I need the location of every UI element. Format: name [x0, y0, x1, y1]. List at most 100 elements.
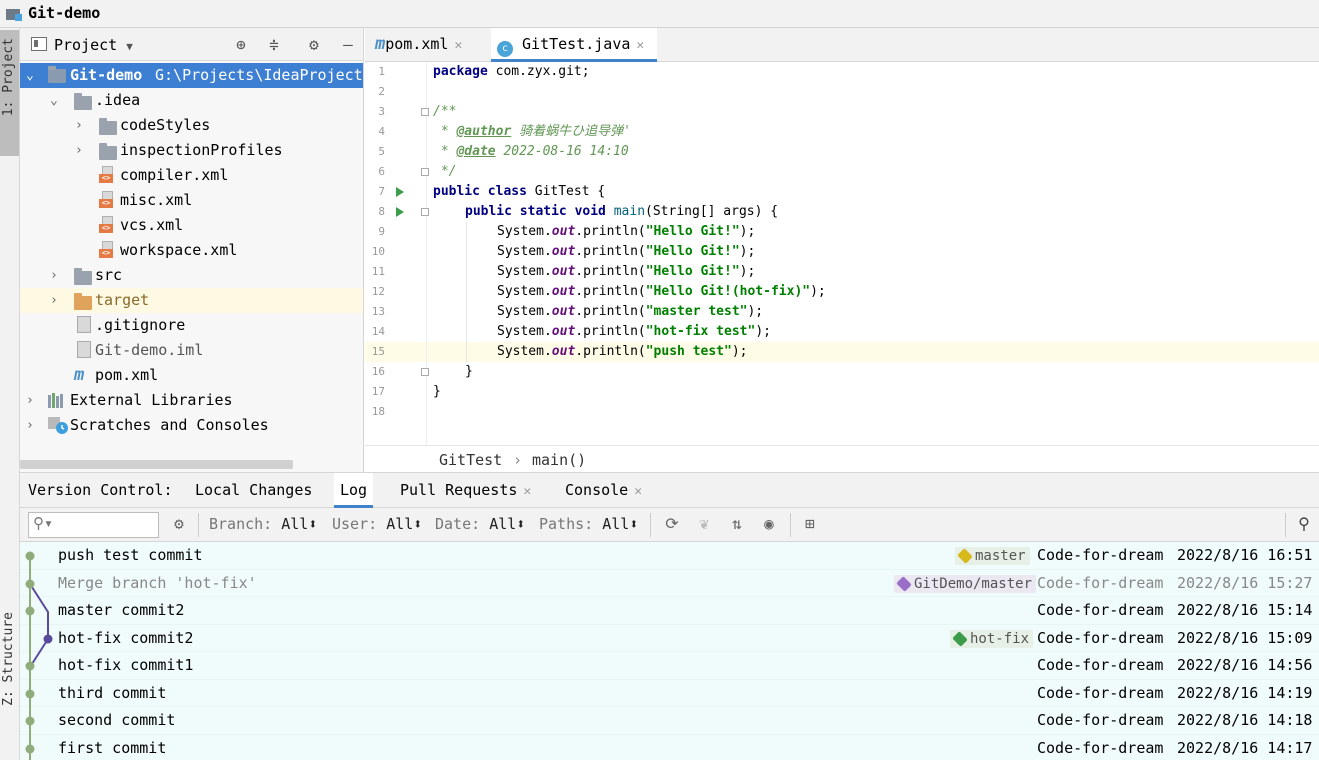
code-token: com.zyx.git;: [487, 64, 590, 79]
close-icon[interactable]: ✕: [523, 484, 531, 499]
gear-icon[interactable]: ⚙: [304, 35, 324, 55]
xml-file-icon: <>: [99, 241, 115, 259]
tree-item-gitignore[interactable]: .gitignore: [20, 313, 363, 338]
tab-local-changes[interactable]: Local Changes: [189, 473, 318, 508]
commit-row[interactable]: hot-fix commit1 Code-for-dream 2022/8/16…: [20, 652, 1319, 680]
user-filter[interactable]: User: All⬍: [332, 515, 422, 533]
chevron-right-icon[interactable]: ›: [75, 113, 87, 138]
date-filter[interactable]: Date: All⬍: [435, 515, 525, 533]
tree-item-label: misc.xml: [120, 191, 193, 209]
commit-node[interactable]: [25, 551, 35, 561]
hide-icon[interactable]: —: [338, 35, 358, 55]
commit-node[interactable]: [25, 744, 35, 754]
code-line: System.out.println("hot-fix test");: [497, 324, 771, 339]
locate-icon[interactable]: ⊕: [231, 35, 251, 55]
graph-branch-line: [29, 583, 49, 668]
tab-pom-xml[interactable]: mpom.xml ✕: [369, 28, 468, 62]
structure-tool-tab[interactable]: Z: Structure: [0, 608, 19, 732]
refresh-icon[interactable]: ⟳: [662, 514, 682, 534]
chevron-right-icon[interactable]: ›: [50, 263, 62, 288]
collapse-all-icon[interactable]: ≑: [264, 35, 284, 55]
commit-node[interactable]: [25, 689, 35, 699]
tree-item-compiler-xml[interactable]: <> compiler.xml: [20, 163, 363, 188]
commit-row[interactable]: master commit2 Code-for-dream 2022/8/16 …: [20, 597, 1319, 625]
horizontal-scrollbar[interactable]: [20, 460, 293, 469]
commit-date: 2022/8/16 15:14: [1177, 601, 1313, 619]
code-area[interactable]: package com.zyx.git; /** * @author 骑着蜗牛ひ…: [365, 62, 1319, 445]
tab-console[interactable]: Console ✕: [559, 473, 648, 508]
commit-message: hot-fix commit1: [58, 656, 194, 674]
search-icon[interactable]: ⚲: [1294, 514, 1314, 534]
tree-item-vcs-xml[interactable]: <> vcs.xml: [20, 213, 363, 238]
tree-item-codestyles[interactable]: › codeStyles: [20, 113, 363, 138]
chevron-right-icon[interactable]: ›: [26, 388, 38, 413]
java-class-icon: c: [497, 41, 513, 57]
commit-node[interactable]: [25, 606, 35, 616]
commit-author: Code-for-dream: [1037, 601, 1164, 619]
commit-row[interactable]: third commit Code-for-dream 2022/8/16 14…: [20, 680, 1319, 707]
commit-node[interactable]: [43, 634, 53, 644]
commit-date: 2022/8/16 16:51: [1177, 546, 1313, 564]
tree-item-label: workspace.xml: [120, 241, 238, 259]
cherry-pick-icon[interactable]: ❦: [694, 514, 714, 534]
commit-row[interactable]: hot-fix commit2 hot-fix Code-for-dream 2…: [20, 625, 1319, 652]
tab-pull-requests[interactable]: Pull Requests ✕: [394, 473, 537, 508]
new-tab-icon[interactable]: ⊞: [800, 514, 820, 534]
commit-row[interactable]: second commit Code-for-dream 2022/8/16 1…: [20, 707, 1319, 735]
chevron-down-icon[interactable]: ⌄: [26, 63, 38, 88]
branch-filter[interactable]: Branch: All⬍: [209, 515, 317, 533]
chevron-down-icon[interactable]: ⌄: [50, 88, 62, 113]
tree-item-workspace-xml[interactable]: <> workspace.xml: [20, 238, 363, 263]
project-tool-tab[interactable]: 1: Project: [0, 30, 19, 156]
sort-icon[interactable]: ⇅: [727, 514, 747, 534]
chevron-right-icon[interactable]: ›: [75, 138, 87, 163]
gear-icon[interactable]: ⚙: [169, 514, 189, 534]
toolbar-divider: [1285, 513, 1286, 537]
chevron-down-icon: ▼: [126, 40, 133, 53]
tree-item-target[interactable]: › target: [20, 288, 363, 313]
close-icon[interactable]: ✕: [636, 38, 644, 53]
project-view-selector[interactable]: Project ▼: [54, 36, 133, 54]
log-search-input[interactable]: ⚲▾: [28, 512, 159, 538]
close-icon[interactable]: ✕: [634, 484, 642, 499]
commit-row[interactable]: first commit Code-for-dream 2022/8/16 14…: [20, 735, 1319, 760]
commit-date: 2022/8/16 14:18: [1177, 711, 1313, 729]
chevron-right-icon[interactable]: ›: [26, 413, 38, 438]
breadcrumb-separator: ›: [513, 451, 523, 469]
code-line: /**: [433, 104, 457, 119]
project-panel: Project ▼ ⊕ ≑ ⚙ — ⌄ Git-demo G:\Projects…: [20, 28, 364, 472]
xml-file-icon: <>: [99, 191, 115, 209]
breadcrumb-item-class[interactable]: GitTest: [439, 451, 502, 469]
folder-icon: [74, 93, 92, 110]
tree-item-idea[interactable]: ⌄ .idea: [20, 88, 363, 113]
eye-icon[interactable]: ◉: [759, 514, 779, 534]
commit-date: 2022/8/16 14:19: [1177, 683, 1313, 702]
code-line: System.out.println("Hello Git!");: [497, 244, 756, 259]
window-title: Git-demo: [28, 4, 101, 22]
tree-item-src[interactable]: › src: [20, 263, 363, 288]
tree-item-pom-xml[interactable]: m pom.xml: [20, 363, 363, 388]
tab-log[interactable]: Log: [334, 473, 374, 508]
commit-node[interactable]: [25, 579, 35, 589]
tree-item-external-libraries[interactable]: › External Libraries: [20, 388, 363, 413]
tree-item-path: G:\Projects\IdeaProjects: [155, 66, 364, 84]
tree-item-inspectionprofiles[interactable]: › inspectionProfiles: [20, 138, 363, 163]
code-token: (String[] args) {: [645, 204, 779, 219]
folder-icon: [99, 118, 117, 135]
tab-gittest-java[interactable]: c GitTest.java ✕: [491, 28, 657, 62]
tree-item-scratches[interactable]: › Scratches and Consoles: [20, 413, 363, 438]
chevron-right-icon[interactable]: ›: [50, 288, 62, 313]
code-line: System.out.println("Hello Git!(hot-fix)"…: [497, 284, 826, 299]
paths-filter[interactable]: Paths: All⬍: [539, 515, 638, 533]
tab-label: Pull Requests: [400, 481, 518, 499]
tree-item-git-demo[interactable]: ⌄ Git-demo G:\Projects\IdeaProjects: [20, 63, 364, 88]
commit-node[interactable]: [25, 661, 35, 671]
breadcrumb-item-method[interactable]: main(): [532, 451, 586, 469]
commit-row[interactable]: push test commit master Code-for-dream 2…: [20, 542, 1319, 570]
iml-file-icon: [77, 341, 91, 358]
commit-node[interactable]: [25, 716, 35, 726]
tree-item-misc-xml[interactable]: <> misc.xml: [20, 188, 363, 213]
commit-row[interactable]: Merge branch 'hot-fix' GitDemo/master Co…: [20, 570, 1319, 597]
close-icon[interactable]: ✕: [454, 38, 462, 53]
tree-item-git-demo-iml[interactable]: Git-demo.iml: [20, 338, 363, 363]
